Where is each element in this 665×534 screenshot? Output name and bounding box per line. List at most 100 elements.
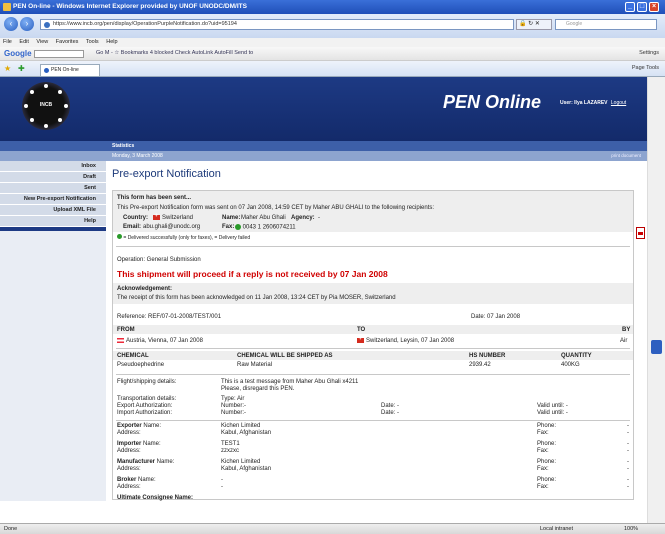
sidebar: Inbox Draft Sent New Pre-export Notifica…	[0, 161, 106, 501]
operation-text: Operation: General Submission	[117, 257, 201, 263]
swiss-flag-icon	[357, 336, 364, 343]
menu-bar: File Edit View Favorites Tools Help	[0, 38, 665, 47]
minimize-button[interactable]: _	[625, 2, 635, 12]
current-date: Monday, 3 March 2008	[112, 153, 163, 159]
close-button[interactable]: ×	[649, 2, 659, 12]
sidebar-divider	[0, 227, 106, 231]
date-bar: Monday, 3 March 2008 print document	[0, 151, 665, 161]
ack-text: The receipt of this form has been acknow…	[117, 295, 396, 301]
browser-tab[interactable]: PEN On-line	[40, 64, 100, 76]
party-name: -	[221, 477, 223, 483]
ack-section: Acknowledgement: The receipt of this for…	[113, 283, 633, 304]
party-role: Importer Name:	[117, 441, 161, 447]
parties-list: Exporter Name: Address: Kichen Limited Kabu…	[113, 423, 633, 501]
sidebar-item-sent[interactable]: Sent	[0, 183, 106, 194]
page-tools-menu[interactable]: Page Tools	[632, 65, 659, 71]
settings-button[interactable]: Settings	[639, 50, 659, 56]
party-address-label: Address:	[117, 448, 141, 454]
sent-heading: This form has been sent...	[117, 195, 192, 201]
divider	[116, 246, 630, 247]
page-title: Pre-export Notification	[112, 168, 221, 180]
party-phone-label: Phone:	[537, 423, 557, 429]
scroll-thumb[interactable]	[651, 340, 662, 354]
route-header: FROM TO BY	[113, 325, 633, 334]
reference-date: Date: 07 Jan 2008	[471, 314, 521, 320]
menu-file[interactable]: File	[3, 39, 12, 45]
party-fax-value: -	[627, 466, 629, 472]
party-role: Broker Name:	[117, 477, 156, 483]
add-favorites-icon[interactable]: ✚	[18, 64, 25, 73]
menu-tools[interactable]: Tools	[86, 39, 99, 45]
route-from: Austria, Vienna, 07 Jan 2008	[117, 338, 203, 344]
google-logo: Google	[4, 49, 32, 58]
party-address-label: Address:	[117, 484, 141, 490]
zone-indicator: Local intranet	[540, 526, 574, 532]
google-toolbar: Google Go M - ☆ Bookmarks 4 blocked Chec…	[0, 47, 665, 61]
sidebar-item-new-pen[interactable]: New Pre-export Notification	[0, 194, 106, 205]
delivery-legend: = Delivered successfully (only for faxes…	[117, 234, 250, 241]
zoom-level[interactable]: 100%	[624, 526, 638, 532]
main-content: Pre-export Notification This form has be…	[106, 161, 647, 501]
address-bar-row: ‹ › https://www.incb.org/pen/display/Ope…	[0, 14, 665, 38]
party-name: Kichen Limited	[221, 423, 261, 429]
party-address: -	[221, 484, 223, 490]
party-phone-label: Phone:	[537, 441, 557, 447]
sidebar-item-help[interactable]: Help	[0, 216, 106, 227]
party-fax-value: -	[627, 430, 629, 436]
notification-panel: This form has been sent... This Pre-expo…	[112, 190, 634, 501]
party-phone-value: -	[627, 441, 629, 447]
print-document-link[interactable]: print document	[611, 153, 641, 158]
recipient-fax: 0043 1 2606074211	[235, 224, 296, 231]
party-phone-label: Phone:	[537, 459, 557, 465]
route-to: Switzerland, Leysin, 07 Jan 2008	[357, 336, 454, 344]
recipient-country: Switzerland	[153, 213, 193, 221]
chemical-header: CHEMICAL CHEMICAL WILL BE SHIPPED AS HS …	[113, 351, 633, 360]
warning-text: This shipment will proceed if a reply is…	[117, 269, 388, 279]
chemical-row: Pseudoephedrine Raw Material 2939.42 400…	[117, 362, 580, 368]
ie-icon	[3, 3, 11, 11]
party-phone-value: -	[627, 459, 629, 465]
party-address: Kabul, Afghanistan	[221, 466, 272, 472]
google-search-input[interactable]	[34, 50, 84, 58]
sidebar-item-draft[interactable]: Draft	[0, 172, 106, 183]
menu-edit[interactable]: Edit	[19, 39, 28, 45]
party-name: TEST1	[221, 441, 240, 447]
status-text: Done	[4, 526, 18, 532]
party-name: Kichen Limited	[221, 459, 261, 465]
url-input[interactable]: https://www.incb.org/pen/display/Operati…	[40, 19, 514, 30]
flight-details: This is a test message from Maher Abu Gh…	[221, 379, 359, 385]
party-phone-value: -	[627, 423, 629, 429]
party-fax-label: Fax:	[537, 484, 549, 490]
back-button[interactable]: ‹	[4, 17, 18, 31]
party-phone-label: Phone:	[537, 477, 557, 483]
party-fax-label: Fax:	[537, 448, 549, 454]
page-scrollbar[interactable]	[647, 77, 665, 523]
user-info: User: Ilya LAZAREV Logout	[560, 100, 627, 106]
sidebar-item-inbox[interactable]: Inbox	[0, 161, 106, 172]
favorites-star-icon[interactable]: ★	[4, 64, 11, 73]
party-fax-label: Fax:	[537, 466, 549, 472]
menu-help[interactable]: Help	[106, 39, 117, 45]
logout-link[interactable]: Logout	[611, 100, 626, 106]
tab-bar: ★ ✚ PEN On-line Page Tools	[0, 61, 665, 77]
google-toolbar-buttons[interactable]: Go M - ☆ Bookmarks 4 blocked Check AutoL…	[96, 50, 253, 56]
sent-section: This form has been sent... This Pre-expo…	[113, 191, 633, 232]
party-role: Manufacturer Name:	[117, 459, 175, 465]
pdf-icon[interactable]	[636, 227, 645, 239]
austria-flag-icon	[117, 338, 124, 343]
party-address-label: Address:	[117, 430, 141, 436]
statistics-link[interactable]: Statistics	[112, 143, 134, 149]
maximize-button[interactable]: □	[637, 2, 647, 12]
party-role: Exporter Name:	[117, 423, 162, 429]
recipient-email: abu.ghali@unodc.org	[143, 224, 201, 230]
refresh-stop-buttons[interactable]: 🔒 ↻ ✕	[516, 19, 552, 30]
forward-button[interactable]: ›	[20, 17, 34, 31]
ultimate-consignee-label: Ultimate Consignee Name:	[117, 495, 194, 501]
site-icon	[44, 22, 50, 28]
party-fax-value: -	[627, 448, 629, 454]
search-input[interactable]: Google	[555, 19, 657, 30]
menu-favorites[interactable]: Favorites	[56, 39, 79, 45]
sidebar-item-upload-xml[interactable]: Upload XML File	[0, 205, 106, 216]
delivered-icon	[117, 234, 122, 239]
menu-view[interactable]: View	[36, 39, 48, 45]
